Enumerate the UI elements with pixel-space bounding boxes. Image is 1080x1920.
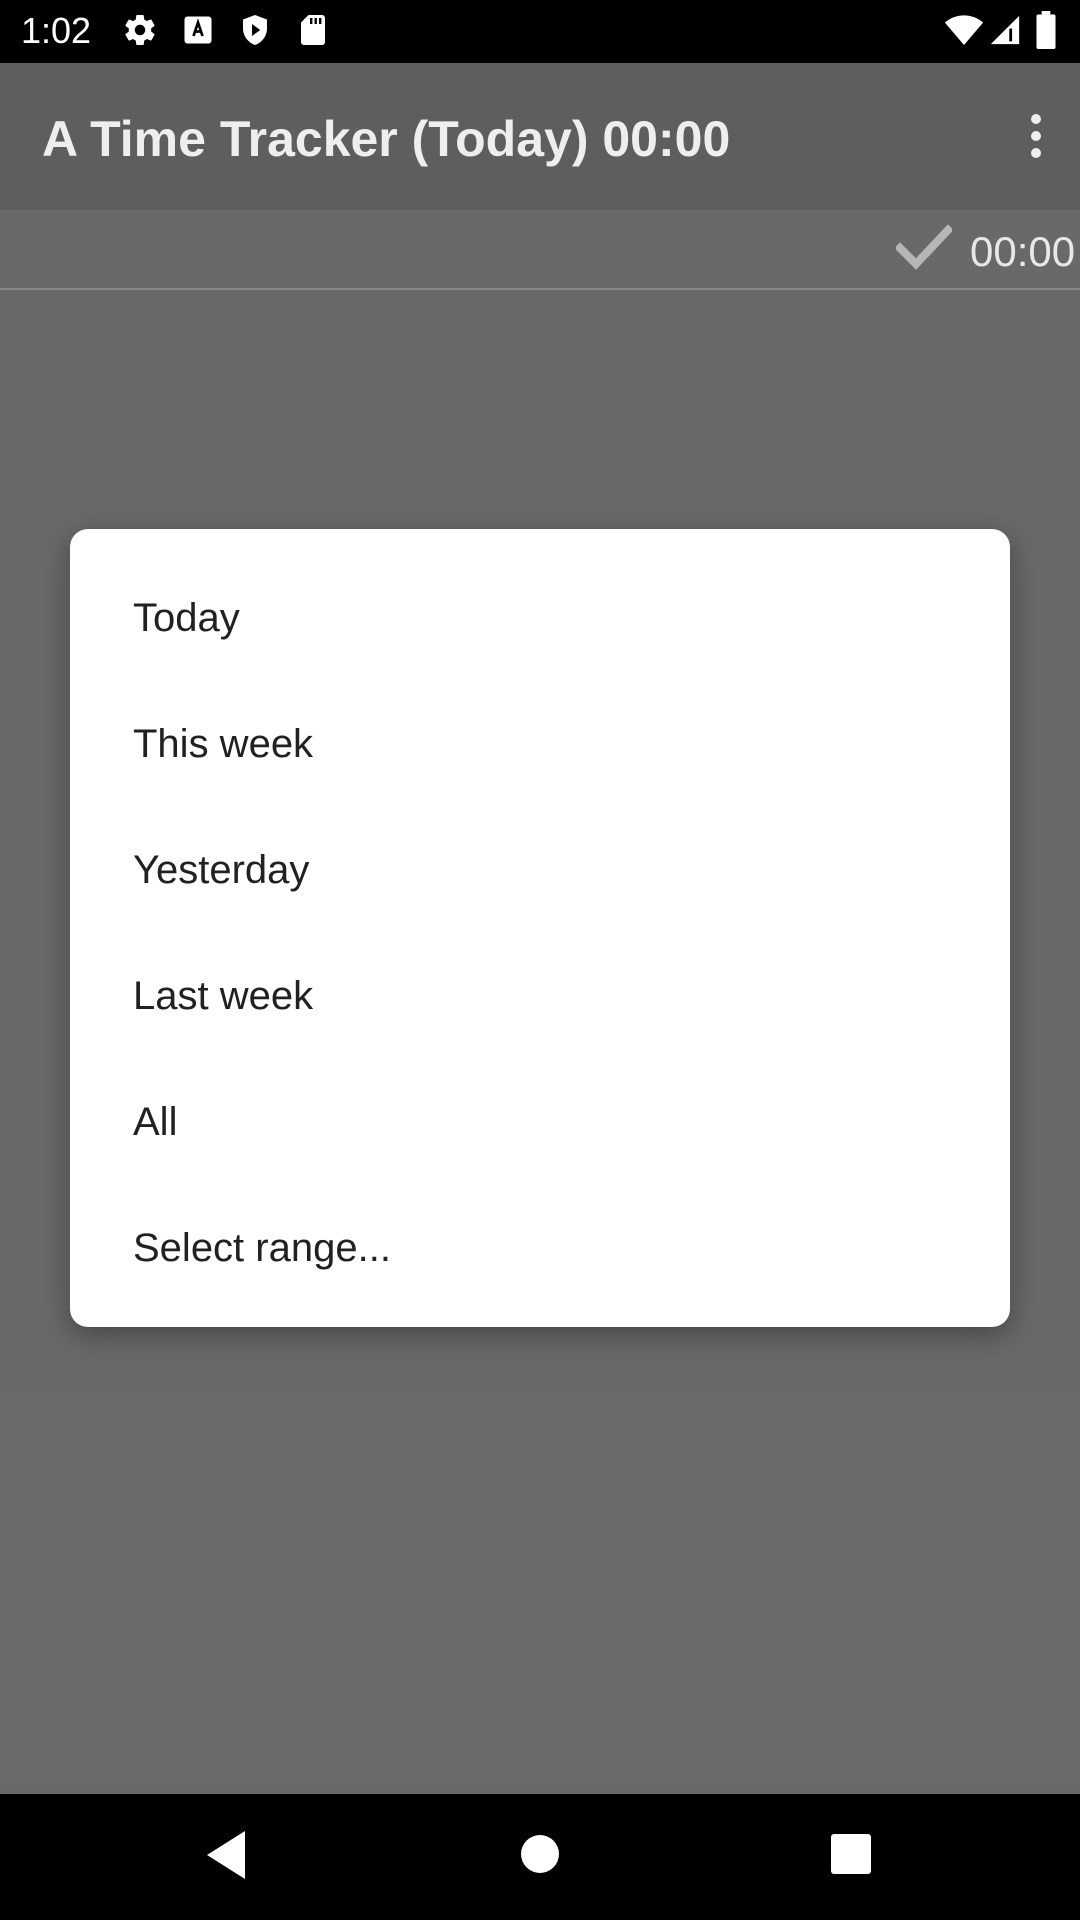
wifi-icon [944,15,984,45]
status-time: 1:02 [21,10,92,51]
cell-signal-icon [990,15,1020,45]
a-keyboard-icon [184,16,212,44]
range-options-list: Today This week Yesterday Last week All … [70,555,1010,1311]
shield-play-icon [243,15,267,45]
option-yesterday[interactable]: Yesterday [70,807,1010,933]
status-bar: 1:02 [0,0,1080,63]
option-all[interactable]: All [70,1059,1010,1185]
back-icon[interactable] [203,1829,249,1881]
recents-icon[interactable] [830,1833,872,1875]
option-today[interactable]: Today [70,555,1010,681]
navigation-bar [0,1794,1080,1920]
sd-card-icon [301,15,325,45]
range-dialog: Today This week Yesterday Last week All … [70,529,1010,1327]
gear-icon [125,15,155,46]
option-select-range[interactable]: Select range... [70,1185,1010,1311]
option-this-week[interactable]: This week [70,681,1010,807]
option-last-week[interactable]: Last week [70,933,1010,1059]
battery-icon [1036,11,1056,49]
home-icon[interactable] [518,1832,562,1876]
